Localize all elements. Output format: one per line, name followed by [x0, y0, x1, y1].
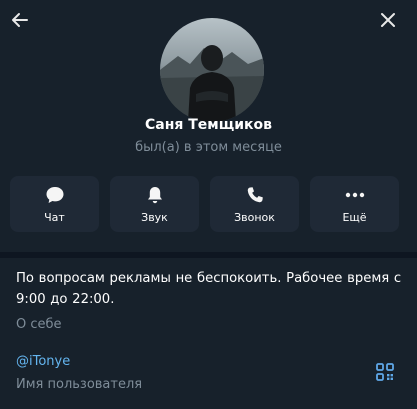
phone-icon	[210, 185, 299, 205]
call-button-label: Звонок	[234, 211, 275, 224]
more-icon	[310, 185, 399, 205]
username-label: Имя пользователя	[16, 377, 143, 392]
chat-icon	[10, 185, 99, 205]
back-button[interactable]	[8, 8, 32, 32]
bio-label: О себе	[16, 317, 62, 332]
username-link[interactable]: @iTonye	[16, 354, 70, 369]
arrow-left-icon	[12, 13, 28, 27]
sound-button[interactable]: Звук	[110, 176, 199, 232]
profile-status: был(а) в этом месяце	[135, 140, 282, 155]
action-bar: Чат Звук Звонок Ещё	[10, 176, 407, 232]
chat-button-label: Чат	[44, 211, 65, 224]
chat-button[interactable]: Чат	[10, 176, 99, 232]
close-button[interactable]	[377, 9, 399, 31]
call-button[interactable]: Звонок	[210, 176, 299, 232]
qr-code-icon	[376, 363, 394, 381]
close-icon	[381, 13, 395, 27]
profile-info: По вопросам рекламы не беспокоить. Рабоч…	[0, 258, 417, 409]
more-button[interactable]: Ещё	[310, 176, 399, 232]
profile-header: Саня Темщиков был(а) в этом месяце Чат З…	[0, 0, 417, 252]
more-button-label: Ещё	[342, 211, 367, 224]
avatar[interactable]	[160, 18, 264, 122]
avatar-photo	[160, 18, 264, 122]
bio-text: По вопросам рекламы не беспокоить. Рабоч…	[16, 271, 402, 307]
bell-icon	[110, 185, 199, 205]
qr-code-button[interactable]	[375, 362, 395, 382]
profile-name: Саня Темщиков	[144, 117, 272, 133]
sound-button-label: Звук	[141, 211, 168, 224]
